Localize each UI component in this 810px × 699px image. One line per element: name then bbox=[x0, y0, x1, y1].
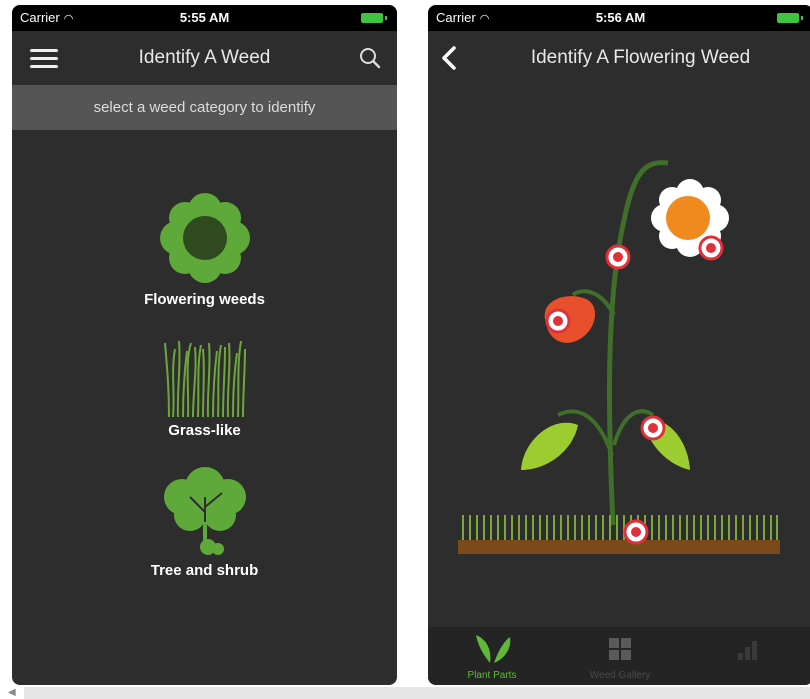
page-title: Identify A Weed bbox=[138, 47, 271, 68]
category-flowering-weeds[interactable]: Flowering weeds bbox=[12, 190, 397, 308]
grid-icon bbox=[609, 638, 631, 660]
marker-leaf[interactable] bbox=[640, 415, 666, 441]
tab-label: Weed Gallery bbox=[589, 670, 651, 681]
marker-seed-pod[interactable] bbox=[545, 308, 571, 334]
status-time: 5:56 AM bbox=[595, 10, 646, 25]
tab-weed-gallery[interactable]: Weed Gallery bbox=[556, 627, 684, 685]
tab-plant-parts[interactable]: Plant Parts bbox=[428, 627, 556, 685]
instruction-banner: select a weed category to identify bbox=[12, 85, 397, 130]
battery-icon bbox=[361, 13, 387, 23]
marker-stem-upper[interactable] bbox=[605, 244, 631, 270]
phone-screen-right: Carrier ◠ 5:56 AM Identify A Flowering We… bbox=[428, 5, 810, 685]
grass-icon bbox=[163, 340, 246, 418]
category-grass-like[interactable]: Grass-like bbox=[12, 337, 397, 439]
marker-flower[interactable] bbox=[698, 235, 724, 261]
bars-icon bbox=[738, 641, 757, 660]
page-title: Identify A Flowering Weed bbox=[530, 47, 751, 68]
nav-bar: Identify A Flowering Weed bbox=[428, 31, 810, 85]
status-time: 5:55 AM bbox=[179, 10, 230, 25]
leaves-icon bbox=[476, 635, 511, 663]
horizontal-scrollbar[interactable]: ◀ bbox=[8, 687, 810, 699]
search-icon[interactable] bbox=[357, 45, 383, 71]
battery-icon bbox=[777, 13, 803, 23]
grass-strip bbox=[462, 515, 778, 540]
soil bbox=[458, 540, 780, 554]
tab-third[interactable] bbox=[684, 627, 810, 685]
tab-bar: Plant Parts Weed Gallery bbox=[428, 627, 810, 685]
plant-diagram bbox=[458, 160, 780, 554]
status-bar: Carrier ◠ 5:56 AM bbox=[428, 5, 810, 31]
leaf-left-icon bbox=[521, 422, 578, 470]
tree-icon bbox=[163, 467, 246, 555]
nav-bar: Identify A Weed bbox=[12, 31, 397, 85]
category-label: Tree and shrub bbox=[150, 562, 259, 579]
tab-label: Plant Parts bbox=[467, 670, 517, 681]
category-label: Grass-like bbox=[168, 422, 241, 439]
flower-icon bbox=[159, 193, 250, 283]
category-tree-and-shrub[interactable]: Tree and shrub bbox=[12, 467, 397, 579]
marker-root[interactable] bbox=[623, 519, 649, 545]
category-label: Flowering weeds bbox=[144, 291, 265, 308]
phone-screen-left: Carrier ◠ 5:55 AM Identify A Weed select … bbox=[12, 5, 397, 685]
status-bar: Carrier ◠ 5:55 AM bbox=[12, 5, 397, 31]
chevron-left-icon[interactable] bbox=[436, 43, 464, 73]
scroll-left-arrow-icon[interactable]: ◀ bbox=[8, 687, 16, 698]
